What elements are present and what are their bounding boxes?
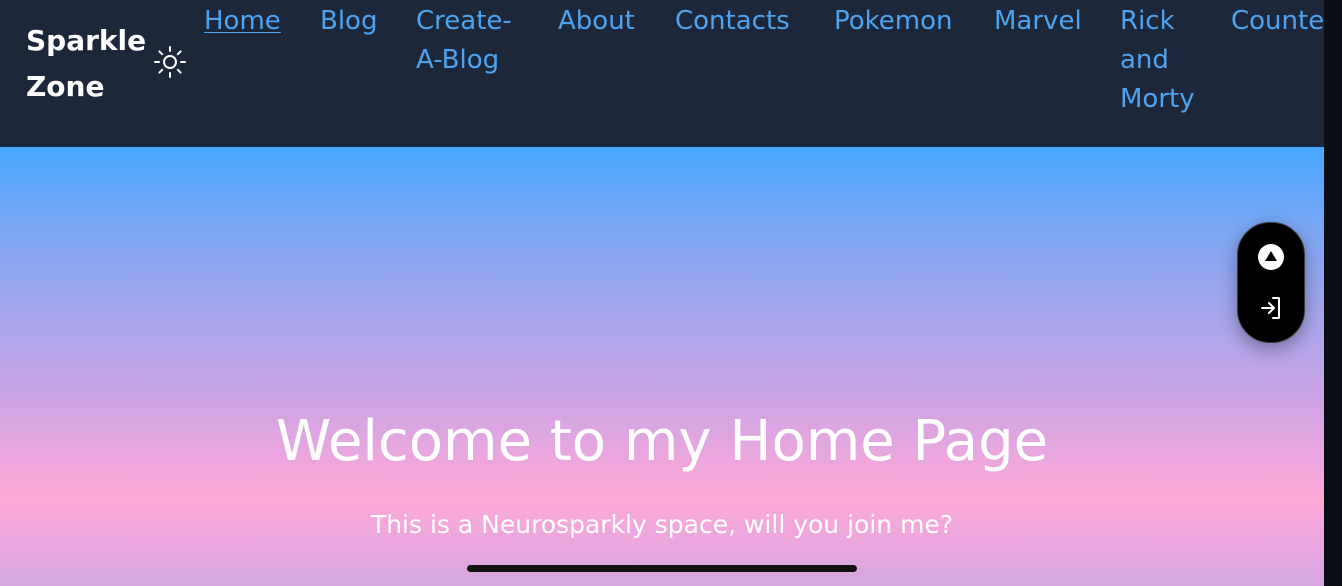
nav-link-blog[interactable]: Blog xyxy=(320,2,377,41)
hero-section: Welcome to my Home Page This is a Neuros… xyxy=(0,147,1324,586)
hero-subtitle: This is a Neurosparkly space, will you j… xyxy=(370,510,954,539)
nav-link-counter[interactable]: Counter xyxy=(1231,2,1335,41)
nav-link-about[interactable]: About xyxy=(558,2,635,41)
nav-link-contacts[interactable]: Contacts xyxy=(675,2,790,41)
nav-link-marvel[interactable]: Marvel xyxy=(994,2,1082,41)
arrow-up-circle-icon xyxy=(1258,244,1284,270)
window-edge xyxy=(1324,0,1342,586)
nav-link-create-a-blog[interactable]: Create-A-Blog xyxy=(416,2,531,80)
brand-logo-text[interactable]: Sparkle Zone xyxy=(26,18,146,110)
floating-action-panel xyxy=(1237,222,1305,343)
nav-link-pokemon[interactable]: Pokemon xyxy=(834,2,953,41)
nav-link-rick-and-morty[interactable]: Rick and Morty xyxy=(1120,2,1205,119)
page: Sparkle Zone Home Blog Create-A-Blog Abo… xyxy=(0,0,1342,586)
top-navbar: Sparkle Zone Home Blog Create-A-Blog Abo… xyxy=(0,0,1335,147)
sign-in-icon xyxy=(1261,297,1280,319)
hero-title: Welcome to my Home Page xyxy=(275,409,1049,474)
login-button[interactable] xyxy=(1254,291,1288,325)
sun-icon xyxy=(154,46,186,78)
home-indicator xyxy=(467,565,857,572)
theme-toggle-button[interactable] xyxy=(152,44,188,80)
scroll-to-top-button[interactable] xyxy=(1254,240,1288,274)
nav-link-home[interactable]: Home xyxy=(204,2,281,41)
